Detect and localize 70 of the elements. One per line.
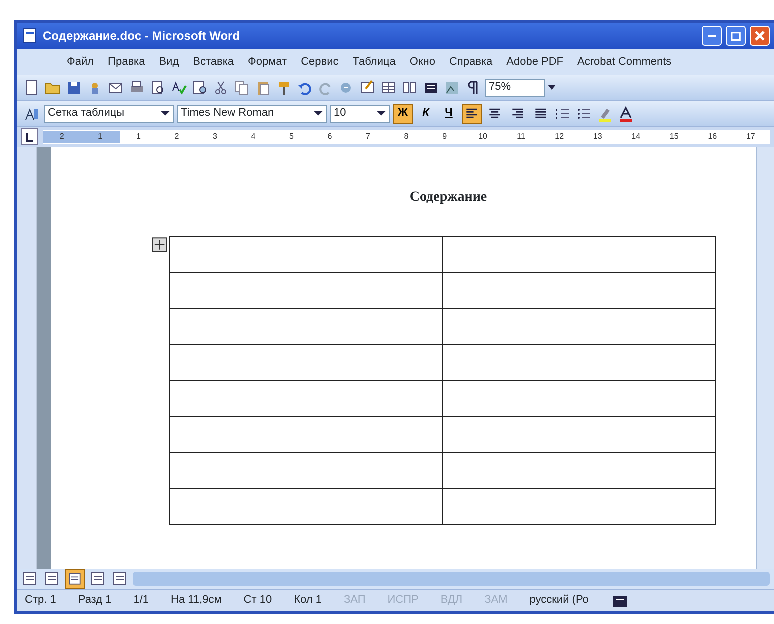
ruler-number: 3	[212, 131, 218, 143]
format-button[interactable]: Ж	[393, 104, 413, 124]
language-status: русский (Ро	[530, 593, 589, 608]
close-button[interactable]	[750, 26, 770, 46]
menu-item[interactable]: Формат	[248, 54, 288, 70]
format-button[interactable]: Ч	[439, 104, 459, 124]
table-move-handle-icon[interactable]	[151, 236, 169, 254]
zoom-field[interactable]: 75%	[485, 78, 545, 96]
dropdown-icon[interactable]	[548, 85, 556, 90]
dropdown-icon	[161, 111, 170, 116]
maximize-icon	[731, 32, 741, 40]
document-heading: Содержание	[408, 189, 488, 207]
dropdown-icon	[377, 111, 386, 116]
horizontal-scrollbar[interactable]	[133, 572, 770, 586]
menu-item[interactable]: Сервис	[301, 54, 339, 70]
ruler-number: 11	[516, 131, 526, 143]
ruler-number: 15	[668, 131, 680, 143]
ruler-number: 1	[135, 131, 142, 143]
minimize-button[interactable]	[702, 26, 722, 46]
ruler-number: 1	[81, 131, 120, 143]
tables-borders-icon[interactable]	[359, 78, 377, 96]
ruler-number: 16	[707, 131, 718, 143]
font-color-icon[interactable]	[617, 104, 635, 122]
normal-view-icon[interactable]	[21, 570, 39, 588]
vertical-scrollbar[interactable]	[756, 147, 774, 569]
menu-item[interactable]: Acrobat Comments	[578, 54, 672, 70]
status-text: 1/1	[134, 593, 150, 608]
minimize-icon	[708, 35, 716, 37]
status-text: Ст 10	[244, 593, 272, 608]
menu-item[interactable]: Правка	[108, 54, 146, 70]
ruler-number: 8	[403, 131, 410, 143]
close-icon	[755, 31, 765, 41]
window-title: Содержание.doc - Microsoft Word	[43, 28, 242, 45]
document-icon	[21, 27, 39, 45]
status-text: Стр. 1	[25, 593, 56, 608]
reading-view-icon[interactable]	[111, 570, 129, 588]
menu-item[interactable]: Файл	[67, 54, 94, 70]
ruler-number: 10	[478, 131, 488, 143]
status-text: Кол 1	[294, 593, 322, 608]
menu-item[interactable]: Таблица	[352, 54, 396, 70]
menu-item[interactable]: Окно	[410, 54, 436, 70]
status-text: Разд 1	[78, 593, 112, 608]
ruler-number: 17	[745, 131, 756, 143]
print-layout-icon[interactable]	[67, 570, 83, 588]
ruler-number: 13	[592, 131, 604, 143]
ruler-number: 2	[174, 131, 180, 143]
tab-stop-icon[interactable]	[21, 128, 39, 146]
menu-item[interactable]: Вид	[159, 54, 180, 70]
menu-item[interactable]: Справка	[449, 54, 493, 70]
style-field[interactable]: Сетка таблицы	[44, 104, 174, 122]
ruler-number: 6	[326, 131, 334, 143]
ruler-number: 14	[630, 131, 642, 143]
menu-item[interactable]: Adobe PDF	[506, 54, 564, 70]
ruler-number: 5	[288, 131, 295, 143]
status-text: На 11,9см	[171, 593, 222, 608]
outline-view-icon[interactable]	[89, 570, 107, 588]
maximize-button[interactable]	[726, 26, 746, 46]
ruler-number: 12	[554, 131, 566, 143]
align-button[interactable]	[462, 104, 482, 124]
copy-icon[interactable]	[233, 78, 251, 96]
dropdown-icon	[314, 111, 323, 116]
ruler-number: 7	[365, 131, 372, 143]
ruler-number: 9	[442, 131, 448, 143]
web-view-icon[interactable]	[43, 570, 61, 588]
ruler-number: 2	[43, 131, 82, 143]
ruler-number: 4	[250, 131, 257, 143]
font-size-field[interactable]: 10	[330, 104, 390, 122]
font-field[interactable]: Times New Roman	[177, 104, 327, 122]
menu-item[interactable]: Вставка	[193, 54, 234, 70]
format-button[interactable]: К	[416, 104, 436, 124]
